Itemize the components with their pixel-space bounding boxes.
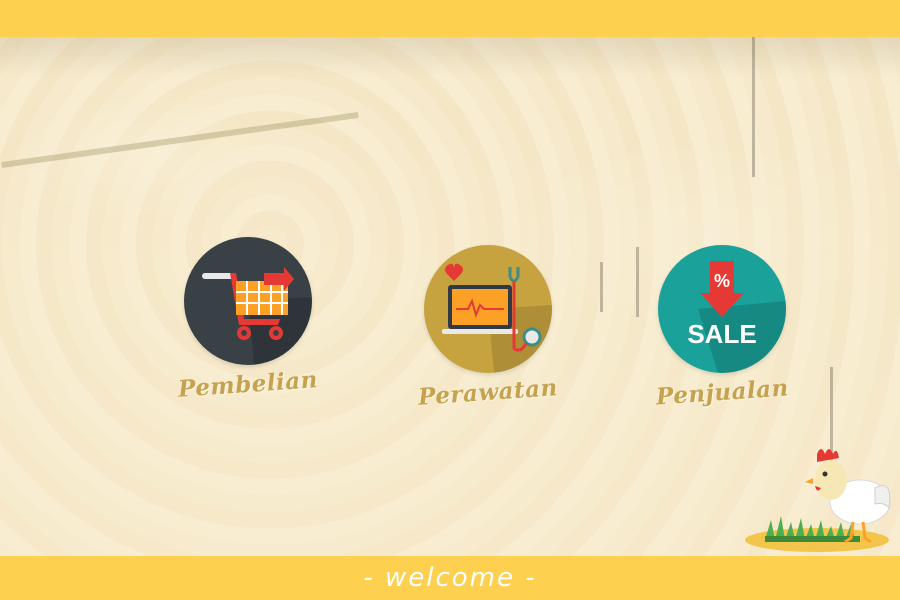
sale-tag-icon — [698, 261, 786, 373]
menu-item-pembelian[interactable]: Pembelian — [163, 237, 333, 403]
chicken-mascot-icon — [745, 449, 891, 552]
sale-badge-text: SALE — [687, 319, 757, 349]
barn-post — [752, 37, 755, 177]
menu-item-perawatan[interactable]: Perawatan — [403, 245, 573, 411]
pembelian-label: Pembelian — [177, 366, 319, 403]
feeder-line — [1, 111, 359, 169]
perawatan-icon-circle — [424, 245, 552, 373]
welcome-text: - welcome - — [363, 563, 537, 593]
penjualan-icon-circle: % SALE — [658, 245, 786, 373]
footer-bar: - welcome - — [0, 556, 900, 600]
percent-symbol: % — [713, 271, 730, 291]
barn-post — [600, 262, 603, 312]
laptop-stethoscope-icon — [442, 263, 552, 373]
pembelian-icon-circle — [184, 237, 312, 365]
top-bar — [0, 0, 900, 37]
menu-item-penjualan[interactable]: % SALE Penjualan — [637, 245, 807, 411]
perawatan-label: Perawatan — [417, 374, 559, 411]
shopping-cart-icon — [202, 267, 312, 365]
penjualan-label: Penjualan — [654, 374, 790, 411]
